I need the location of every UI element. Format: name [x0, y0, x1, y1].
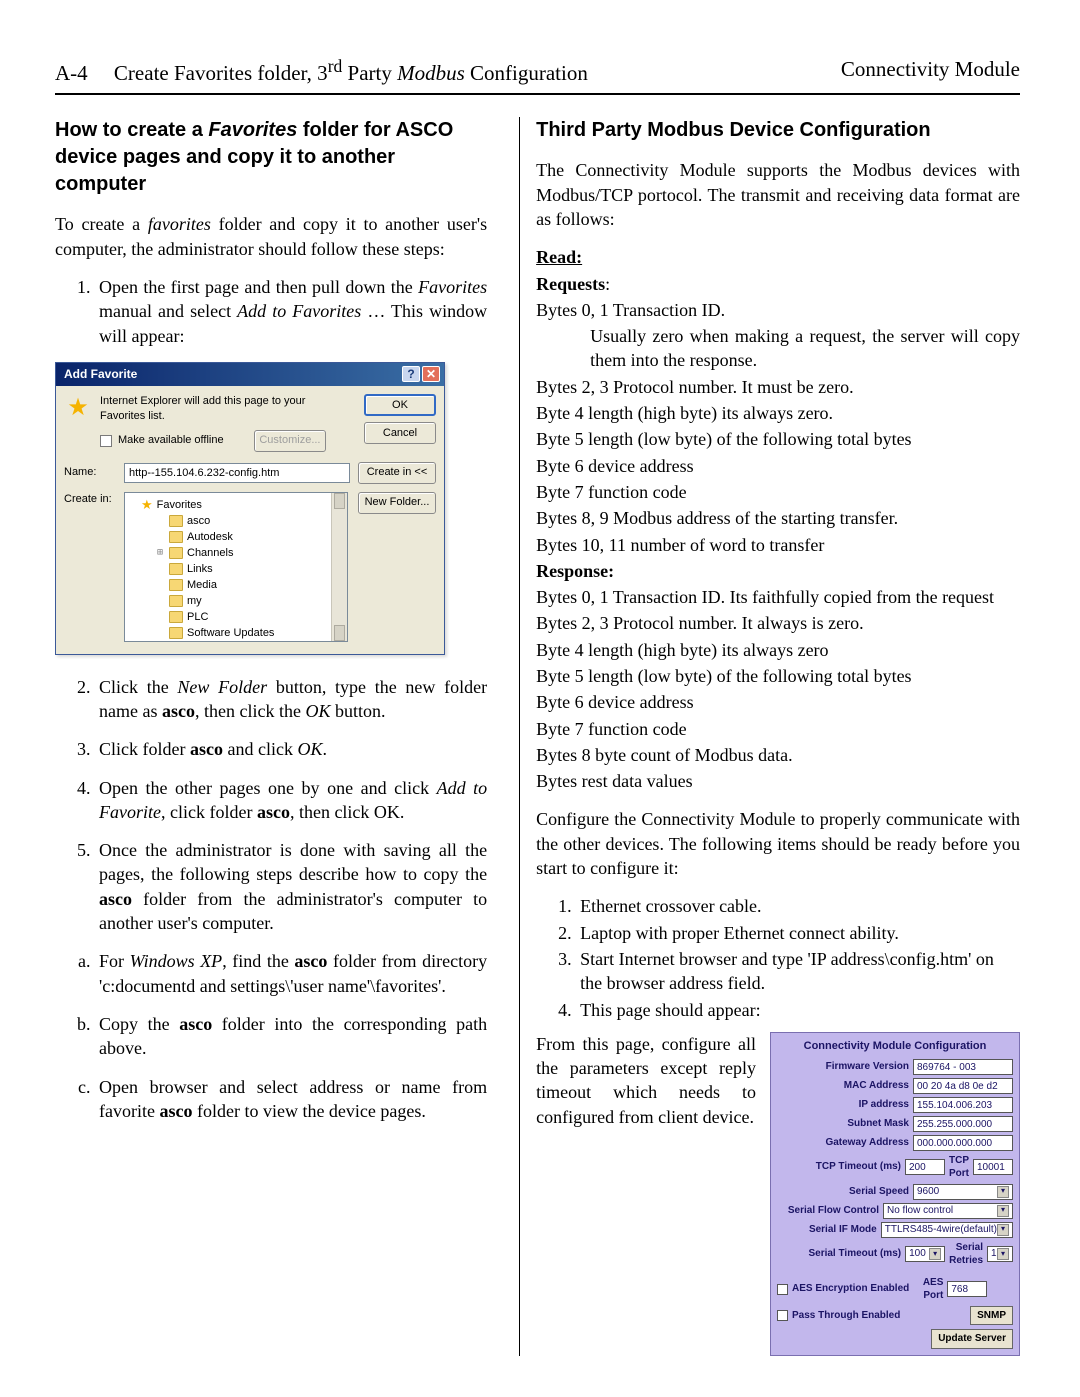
dialog-titlebar[interactable]: Add Favorite ? ✕	[56, 363, 444, 386]
folder-icon	[169, 627, 183, 639]
substep-c: Open browser and select address or name …	[95, 1075, 487, 1124]
req-line: Byte 5 length (low byte) of the followin…	[536, 427, 1020, 451]
serialflow-select[interactable]: No flow control▾	[883, 1203, 1013, 1219]
snmp-button[interactable]: SNMP	[970, 1306, 1013, 1326]
req-line: Bytes 8, 9 Modbus address of the startin…	[536, 506, 1020, 530]
cfg-para: Configure the Connectivity Module to pro…	[536, 807, 1020, 880]
folder-icon	[169, 595, 183, 607]
add-favorite-dialog: Add Favorite ? ✕ ★ Internet Explorer wil…	[55, 362, 445, 655]
favorites-icon: ★	[141, 497, 153, 513]
cfg-step: Ethernet crossover cable.	[576, 894, 1020, 918]
resp-line: Bytes 2, 3 Protocol number. It always is…	[536, 611, 1020, 635]
folder-icon	[169, 611, 183, 623]
createin-toggle-button[interactable]: Create in <<	[358, 462, 436, 484]
resp-line: Byte 5 length (low byte) of the followin…	[536, 664, 1020, 688]
page-number: A-4	[55, 61, 88, 85]
cancel-button[interactable]: Cancel	[364, 422, 436, 444]
page-header: A-4 Create Favorites folder, 3rd Party M…	[55, 55, 1020, 87]
folder-icon	[169, 515, 183, 527]
name-label: Name:	[64, 465, 116, 480]
serialtimeout-select[interactable]: 100▾	[905, 1246, 945, 1262]
right-intro: The Connectivity Module supports the Mod…	[536, 158, 1020, 231]
cfg-step: Start Internet browser and type 'IP addr…	[576, 947, 1020, 996]
chevron-down-icon: ▾	[997, 1248, 1009, 1260]
offline-label: Make available offline	[118, 433, 224, 448]
req-line: Byte 6 device address	[536, 454, 1020, 478]
cfg-step: Laptop with proper Ethernet connect abil…	[576, 921, 1020, 945]
firmware-field[interactable]: 869764 - 003	[913, 1059, 1013, 1075]
passthrough-checkbox[interactable]	[777, 1310, 788, 1321]
resp-line: Bytes rest data values	[536, 769, 1020, 793]
header-rule	[55, 93, 1020, 95]
serialif-select[interactable]: TTLRS485-4wire(default)▾	[881, 1222, 1013, 1238]
offline-checkbox[interactable]	[100, 435, 112, 447]
left-heading: How to create a Favorites folder for ASC…	[55, 117, 487, 198]
chevron-down-icon: ▾	[997, 1186, 1009, 1198]
dialog-title: Add Favorite	[64, 366, 137, 382]
mac-field[interactable]: 00 20 4a d8 0e d2	[913, 1078, 1013, 1094]
close-icon[interactable]: ✕	[422, 366, 440, 382]
serialretries-select[interactable]: 1▾	[987, 1246, 1013, 1262]
update-server-button[interactable]: Update Server	[931, 1329, 1013, 1349]
requests-heading: Requests	[536, 274, 605, 294]
chevron-down-icon: ▾	[997, 1205, 1009, 1217]
tcpport-field[interactable]: 10001	[973, 1159, 1013, 1175]
gateway-field[interactable]: 000.000.000.000	[913, 1135, 1013, 1151]
cfg-step: This page should appear:	[576, 998, 1020, 1022]
resp-line: Byte 6 device address	[536, 690, 1020, 714]
customize-button: Customize...	[254, 430, 326, 452]
tree-scrollbar[interactable]	[331, 493, 347, 641]
folder-icon	[169, 563, 183, 575]
new-folder-button[interactable]: New Folder...	[358, 492, 436, 514]
aesport-field[interactable]: 768	[947, 1281, 987, 1297]
resp-line: Bytes 8 byte count of Modbus data.	[536, 743, 1020, 767]
dialog-message: Internet Explorer will add this page to …	[100, 394, 348, 424]
ip-field[interactable]: 155.104.006.203	[913, 1097, 1013, 1113]
req-line: Bytes 0, 1 Transaction ID.	[536, 298, 1020, 322]
read-heading: Read:	[536, 247, 582, 267]
step-3: Click folder asco and click OK.	[95, 737, 487, 761]
tcptimeout-field[interactable]: 200	[905, 1159, 945, 1175]
createin-label: Create in:	[64, 492, 116, 507]
folder-icon	[169, 579, 183, 591]
help-icon[interactable]: ?	[402, 366, 420, 382]
substep-a: For Windows XP, find the asco folder fro…	[95, 949, 487, 998]
left-intro: To create a favorites folder and copy it…	[55, 212, 487, 261]
chevron-down-icon: ▾	[929, 1248, 941, 1260]
config-panel: Connectivity Module Configuration Firmwa…	[770, 1032, 1020, 1356]
req-line: Byte 4 length (high byte) its always zer…	[536, 401, 1020, 425]
req-line: Bytes 10, 11 number of word to transfer	[536, 533, 1020, 557]
aes-checkbox[interactable]	[777, 1284, 788, 1295]
req-line: Byte 7 function code	[536, 480, 1020, 504]
step-4: Open the other pages one by one and clic…	[95, 776, 487, 825]
response-heading: Response:	[536, 561, 614, 581]
side-text: From this page, configure all the parame…	[536, 1032, 756, 1356]
chevron-down-icon: ▾	[997, 1224, 1009, 1236]
substep-b: Copy the asco folder into the correspond…	[95, 1012, 487, 1061]
resp-line: Byte 4 length (high byte) its always zer…	[536, 638, 1020, 662]
star-icon: ★	[64, 394, 92, 422]
step-2: Click the New Folder button, type the ne…	[95, 675, 487, 724]
cfg-title: Connectivity Module Configuration	[777, 1039, 1013, 1054]
req-line: Usually zero when making a request, the …	[590, 324, 1020, 373]
right-heading: Third Party Modbus Device Configuration	[536, 117, 1020, 144]
resp-line: Byte 7 function code	[536, 717, 1020, 741]
folder-tree[interactable]: ★Favorites asco Autodesk ⊞Channels Links…	[124, 492, 348, 642]
serialspeed-select[interactable]: 9600▾	[913, 1184, 1013, 1200]
folder-icon	[169, 531, 183, 543]
ok-button[interactable]: OK	[364, 394, 436, 416]
header-right: Connectivity Module	[841, 55, 1020, 87]
step-5: Once the administrator is done with savi…	[95, 838, 487, 935]
resp-line: Bytes 0, 1 Transaction ID. Its faithfull…	[536, 585, 1020, 609]
subnet-field[interactable]: 255.255.000.000	[913, 1116, 1013, 1132]
name-input[interactable]	[124, 463, 350, 483]
step-1: Open the first page and then pull down t…	[95, 275, 487, 348]
req-line: Bytes 2, 3 Protocol number. It must be z…	[536, 375, 1020, 399]
folder-icon	[169, 547, 183, 559]
